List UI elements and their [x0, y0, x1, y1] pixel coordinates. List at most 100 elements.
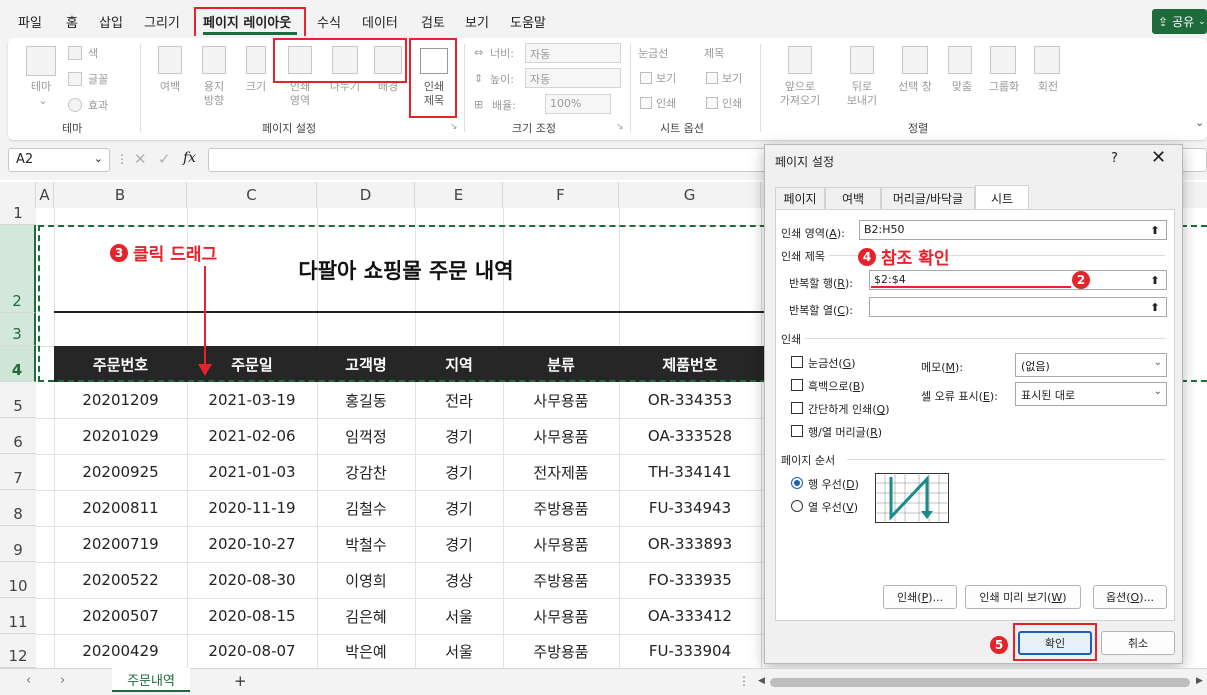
close-icon[interactable]: ✕ — [1151, 147, 1166, 168]
cell[interactable]: 20200507 — [54, 598, 187, 634]
row-header-2[interactable]: 2 — [0, 225, 36, 313]
cell[interactable]: 20201209 — [54, 382, 187, 418]
cell[interactable]: 강감찬 — [317, 454, 415, 490]
scroll-left-icon[interactable]: ‹ — [26, 673, 31, 688]
cell[interactable]: 경기 — [415, 418, 503, 454]
cell[interactable]: 주방용품 — [503, 490, 619, 526]
colors-button[interactable]: 색 — [88, 47, 98, 61]
cell[interactable]: 주방용품 — [503, 634, 619, 668]
dialog-launcher-icon[interactable]: ↘ — [450, 120, 458, 134]
cell[interactable]: 전자제품 — [503, 454, 619, 490]
cell[interactable]: OR-333893 — [619, 526, 761, 562]
bring-forward-icon[interactable] — [788, 46, 812, 74]
cell[interactable]: 경상 — [415, 562, 503, 598]
cell[interactable]: 2021-01-03 — [187, 454, 317, 490]
cell[interactable]: 사무용품 — [503, 598, 619, 634]
menu-view[interactable]: 보기 — [465, 12, 489, 31]
black-white-checkbox[interactable] — [791, 379, 803, 391]
cell[interactable]: 2021-02-06 — [187, 418, 317, 454]
draft-quality-checkbox[interactable] — [791, 402, 803, 414]
row-header-5[interactable]: 5 — [0, 382, 36, 418]
cell[interactable]: 사무용품 — [503, 382, 619, 418]
height-select[interactable]: 자동 — [525, 68, 621, 88]
repeat-cols-input[interactable] — [869, 297, 1167, 317]
gridlines-print-checkbox[interactable] — [640, 97, 652, 109]
cell[interactable]: 박철수 — [317, 526, 415, 562]
cell[interactable]: FU-333904 — [619, 634, 761, 668]
tab-margins[interactable]: 여백 — [825, 187, 881, 209]
row-header-9[interactable]: 9 — [0, 526, 36, 562]
row-header-7[interactable]: 7 — [0, 454, 36, 490]
effects-button[interactable]: 효과 — [88, 99, 108, 113]
menu-draw[interactable]: 그리기 — [144, 12, 180, 31]
cell[interactable]: 2020-10-27 — [187, 526, 317, 562]
cell[interactable]: 전라 — [415, 382, 503, 418]
column-header-g[interactable]: G — [619, 182, 761, 208]
menu-file[interactable]: 파일 — [18, 12, 42, 31]
help-button[interactable]: ? — [1111, 151, 1118, 166]
menu-formulas[interactable]: 수식 — [317, 12, 341, 31]
cell[interactable]: 경기 — [415, 490, 503, 526]
column-header-e[interactable]: E — [415, 182, 503, 208]
column-header-f[interactable]: F — [503, 182, 619, 208]
scroll-left-icon[interactable]: ◀ — [758, 676, 765, 686]
dialog-launcher-icon[interactable]: ↘ — [616, 120, 624, 134]
row-header-1[interactable]: 1 — [0, 204, 36, 225]
row-header-12[interactable]: 12 — [0, 634, 36, 668]
gridlines-checkbox[interactable] — [791, 356, 803, 368]
scale-input[interactable]: 100% — [545, 94, 611, 114]
collapse-dialog-icon[interactable]: ⬆ — [1146, 298, 1164, 316]
tab-sheet[interactable]: 시트 — [975, 185, 1029, 210]
cell[interactable]: 홍길동 — [317, 382, 415, 418]
headings-print-checkbox[interactable] — [706, 97, 718, 109]
tab-page[interactable]: 페이지 — [775, 187, 825, 209]
cell[interactable]: 2020-11-19 — [187, 490, 317, 526]
options-button[interactable]: 옵션(O)... — [1093, 585, 1167, 609]
print-preview-button[interactable]: 인쇄 미리 보기(W) — [965, 585, 1081, 609]
sheet-tab-orders[interactable]: 주문내역 — [112, 668, 190, 692]
cell[interactable]: OA-333528 — [619, 418, 761, 454]
scroll-right-icon[interactable]: ▶ — [1196, 676, 1203, 686]
fonts-button[interactable]: 글꼴 — [88, 73, 108, 87]
send-backward-icon[interactable] — [850, 46, 874, 74]
down-then-over-radio[interactable] — [791, 477, 803, 489]
menu-home[interactable]: 홈 — [66, 12, 78, 31]
print-button[interactable]: 인쇄(P)... — [883, 585, 957, 609]
scroll-right-icon[interactable]: › — [60, 673, 65, 688]
column-header-b[interactable]: B — [54, 182, 187, 208]
cell[interactable]: 경기 — [415, 454, 503, 490]
column-header-a[interactable]: A — [36, 182, 54, 208]
cell[interactable]: 박은예 — [317, 634, 415, 668]
cell-errors-select[interactable]: 표시된 대로 ⌄ — [1015, 382, 1167, 406]
cell[interactable]: 김은혜 — [317, 598, 415, 634]
menu-help[interactable]: 도움말 — [510, 12, 546, 31]
enter-icon[interactable]: ✓ — [158, 150, 171, 168]
margins-icon[interactable] — [158, 46, 182, 74]
cell[interactable]: FO-333935 — [619, 562, 761, 598]
gridlines-view-checkbox[interactable] — [640, 72, 652, 84]
cell[interactable]: 주방용품 — [503, 562, 619, 598]
selection-pane-icon[interactable] — [902, 46, 928, 74]
row-header-3[interactable]: 3 — [0, 313, 36, 346]
cell[interactable]: TH-334141 — [619, 454, 761, 490]
share-button[interactable]: ⇪ 공유 ⌄ — [1152, 9, 1207, 34]
menu-data[interactable]: 데이터 — [362, 12, 398, 31]
width-select[interactable]: 자동 — [525, 43, 621, 63]
menu-insert[interactable]: 삽입 — [99, 12, 123, 31]
horizontal-scrollbar[interactable] — [770, 678, 1190, 687]
column-header-c[interactable]: C — [187, 182, 317, 208]
row-header-6[interactable]: 6 — [0, 418, 36, 454]
rotate-icon[interactable] — [1034, 46, 1060, 74]
cell[interactable]: 2021-03-19 — [187, 382, 317, 418]
cell[interactable]: 이영희 — [317, 562, 415, 598]
comments-select[interactable]: (없음) ⌄ — [1015, 353, 1167, 377]
cell[interactable]: 사무용품 — [503, 526, 619, 562]
cancel-button[interactable]: 취소 — [1101, 631, 1175, 655]
menu-review[interactable]: 검토 — [421, 12, 445, 31]
cell[interactable]: 서울 — [415, 598, 503, 634]
over-then-down-radio[interactable] — [791, 500, 803, 512]
print-area-input[interactable]: B2:H50 — [859, 220, 1167, 240]
cell[interactable]: OA-333412 — [619, 598, 761, 634]
tab-header-footer[interactable]: 머리글/바닥글 — [881, 187, 975, 209]
row-header-10[interactable]: 10 — [0, 562, 36, 598]
